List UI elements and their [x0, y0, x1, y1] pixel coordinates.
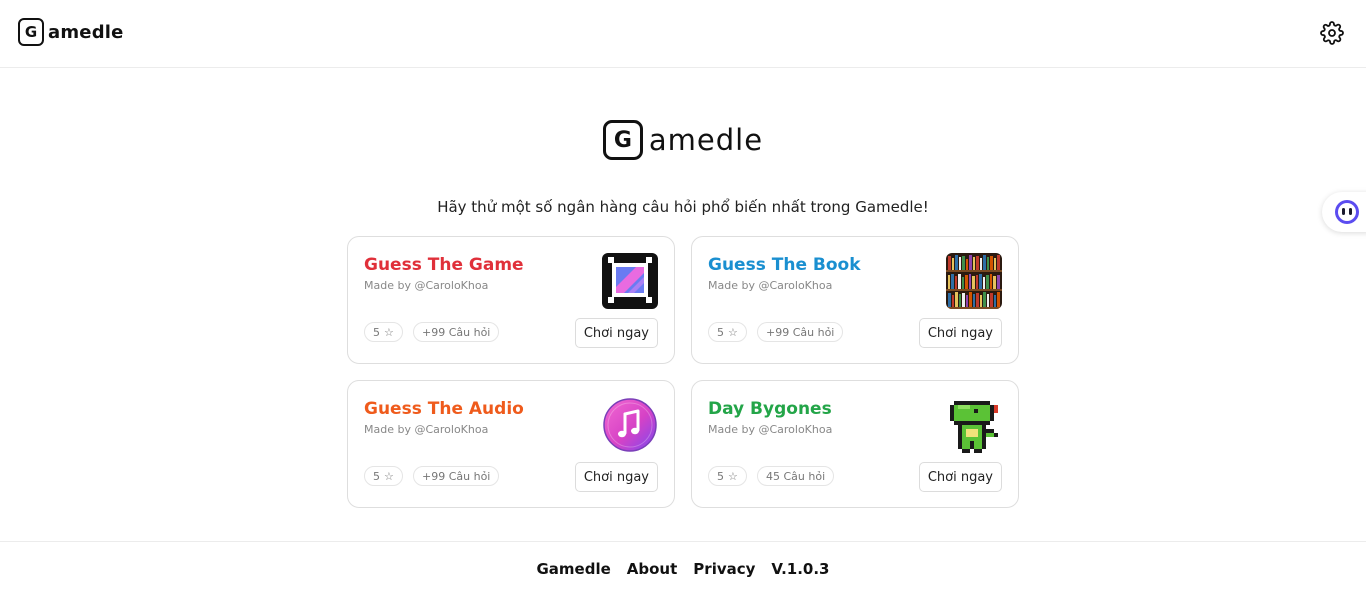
chat-assistant-icon	[1335, 200, 1359, 224]
card-author: Made by @CaroloKhoa	[708, 423, 833, 436]
settings-button[interactable]	[1318, 19, 1346, 47]
star-icon: ☆	[384, 325, 394, 339]
retro-tv-icon	[602, 253, 658, 309]
question-count-chip: +99 Câu hỏi	[413, 322, 500, 342]
version-label: V.1.0.3	[771, 559, 830, 578]
rating-value: 5	[717, 325, 724, 339]
hero-logo-mark: G	[602, 120, 643, 160]
question-count-chip: +99 Câu hỏi	[413, 466, 500, 486]
rating-chip: 5 ☆	[364, 466, 403, 486]
header-logo-link[interactable]: G amedle	[18, 18, 124, 46]
card-title: Guess The Audio	[364, 399, 524, 419]
rating-chip: 5 ☆	[364, 322, 403, 342]
game-card-guess-the-game[interactable]: Guess The Game Made by @CaroloKhoa 5 ☆ +…	[347, 236, 675, 364]
card-title: Guess The Game	[364, 255, 524, 275]
star-icon: ☆	[728, 469, 738, 483]
card-title: Day Bygones	[708, 399, 832, 419]
play-now-button[interactable]: Chơi ngay	[918, 318, 1002, 348]
game-card-guess-the-audio[interactable]: Guess The Audio Made by @CaroloKhoa 5 ☆ …	[347, 380, 675, 508]
card-title: Guess The Book	[708, 255, 861, 275]
music-note-icon	[602, 397, 658, 453]
star-icon: ☆	[384, 469, 394, 483]
pixel-dinosaur-icon	[946, 397, 1002, 453]
star-icon: ☆	[728, 325, 738, 339]
rating-value: 5	[717, 469, 724, 483]
chat-assistant-button[interactable]	[1322, 192, 1366, 232]
game-card-guess-the-book[interactable]: Guess The Book Made by @CaroloKhoa 5 ☆ +…	[691, 236, 1019, 364]
bookshelf-icon	[946, 253, 1002, 309]
rating-value: 5	[373, 325, 380, 339]
question-count-chip: +99 Câu hỏi	[757, 322, 844, 342]
card-author: Made by @CaroloKhoa	[708, 279, 833, 292]
gear-icon	[1320, 21, 1344, 45]
brand-name: amedle	[48, 21, 124, 43]
play-now-button[interactable]: Chơi ngay	[918, 462, 1002, 492]
footer: Gamedle About Privacy V.1.0.3	[0, 541, 1366, 595]
card-author: Made by @CaroloKhoa	[364, 423, 489, 436]
footer-link-about[interactable]: About	[627, 560, 678, 578]
rating-value: 5	[373, 469, 380, 483]
rating-chip: 5 ☆	[708, 466, 747, 486]
play-now-button[interactable]: Chơi ngay	[574, 318, 658, 348]
card-author: Made by @CaroloKhoa	[364, 279, 489, 292]
hero-logo: G amedle	[0, 120, 1366, 160]
footer-link-privacy[interactable]: Privacy	[693, 560, 755, 578]
hero-brand-name: amedle	[648, 123, 764, 157]
rating-chip: 5 ☆	[708, 322, 747, 342]
game-card-day-bygones[interactable]: Day Bygones Made by @CaroloKhoa 5 ☆ 45 C…	[691, 380, 1019, 508]
footer-link-gamedle[interactable]: Gamedle	[536, 560, 610, 578]
page-subtitle: Hãy thử một số ngân hàng câu hỏi phổ biế…	[437, 198, 929, 216]
logo-mark: G	[18, 18, 44, 46]
top-header: G amedle	[0, 0, 1366, 68]
question-count-chip: 45 Câu hỏi	[757, 466, 835, 486]
play-now-button[interactable]: Chơi ngay	[574, 462, 658, 492]
